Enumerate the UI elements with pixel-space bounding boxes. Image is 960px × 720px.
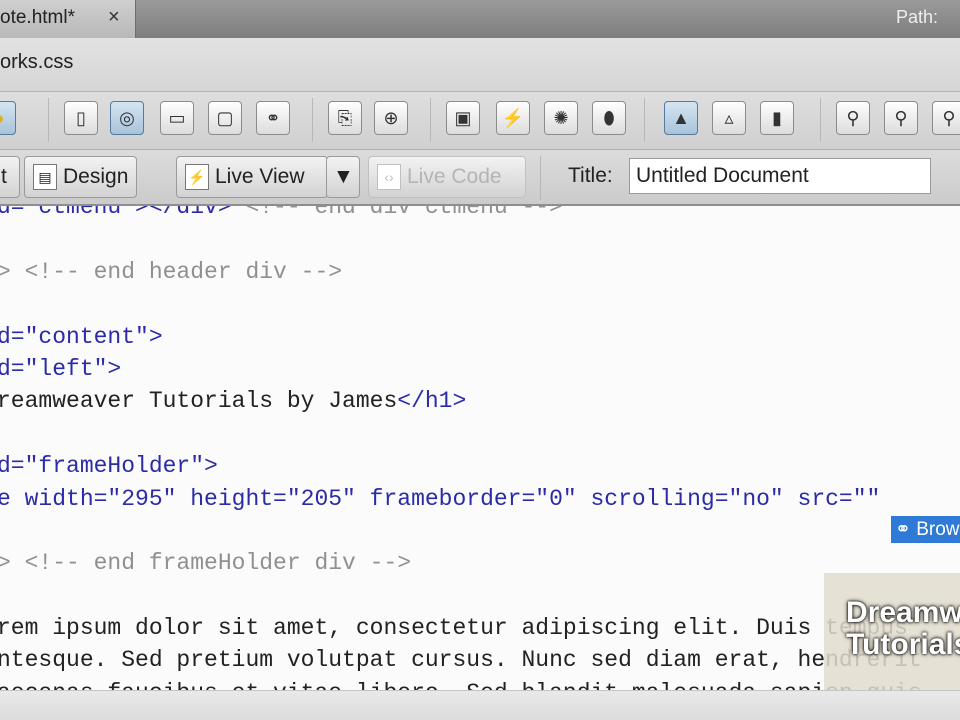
code-token: d="left"> <box>0 355 122 382</box>
live-code-button[interactable]: ‹› Live Code <box>368 156 526 198</box>
title-label: Title: <box>568 164 613 187</box>
code-editor[interactable]: d="ctmenu"></div> <!-- end div ctmenu --… <box>0 206 960 690</box>
code-line[interactable]: > <!-- end header div --> <box>0 256 922 288</box>
code-token: d="content"> <box>0 323 163 350</box>
document-title-input[interactable] <box>629 158 931 194</box>
toolbar-icon-button[interactable]: ▯ <box>64 101 98 135</box>
toolbar-icon-button[interactable]: ▮ <box>760 101 794 135</box>
code-line[interactable] <box>0 288 922 320</box>
toolbar-icon-button[interactable]: ● <box>0 101 16 135</box>
code-line[interactable]: ntesque. Sed pretium volutpat cursus. Nu… <box>0 644 922 676</box>
toolbar-icon-button[interactable]: ⬮ <box>592 101 626 135</box>
code-line[interactable]: rem ipsum dolor sit amet, consectetur ad… <box>0 612 922 644</box>
toolbar-icon-button[interactable]: ⚲ <box>884 101 918 135</box>
live-code-label: Live Code <box>407 165 502 188</box>
code-line[interactable]: d="content"> <box>0 321 922 353</box>
code-token: rem ipsum dolor sit amet, consectetur ad… <box>0 615 908 642</box>
browse-code-hint[interactable]: ⚭ Browse... <box>891 516 960 543</box>
code-view-button[interactable]: t <box>0 156 20 198</box>
code-icon: ‹› <box>377 164 401 191</box>
code-token: d="ctmenu"></div> <box>0 206 232 220</box>
code-token: aecenas faucibus et vitae libero. Sed bl… <box>0 680 922 690</box>
toolbar-icon-button[interactable]: ⊕ <box>374 101 408 135</box>
close-icon[interactable]: × <box>108 6 120 29</box>
code-token: <!-- end div ctmenu --> <box>231 206 563 220</box>
code-line[interactable] <box>0 223 922 255</box>
code-line[interactable] <box>0 515 922 547</box>
tab-label: ote.html* <box>0 7 75 28</box>
toolbar-icon-button[interactable]: ⚡ <box>496 101 530 135</box>
watermark: DreamweaverTutorials <box>824 573 960 698</box>
toolbar-separator <box>820 98 821 142</box>
design-label: Design <box>63 165 129 188</box>
live-view-dropdown[interactable]: ▼ <box>326 156 360 198</box>
design-view-button[interactable]: ▤ Design <box>24 156 138 198</box>
related-file-link[interactable]: orks.css <box>0 51 73 73</box>
code-line[interactable]: > <!-- end frameHolder div --> <box>0 547 922 579</box>
code-token: </h1> <box>397 388 467 415</box>
toolbar-separator <box>312 98 313 142</box>
watermark-line2: Tutorials <box>846 628 960 661</box>
path-label: Path: <box>896 7 939 27</box>
toolbar-icon-button[interactable]: ▣ <box>446 101 480 135</box>
toolbar-icon-button[interactable]: ▭ <box>160 101 194 135</box>
toolbar-separator <box>430 98 431 142</box>
related-files-bar: orks.css <box>0 38 960 92</box>
code-line[interactable]: aecenas faucibus et vitae libero. Sed bl… <box>0 677 922 690</box>
code-view-label: t <box>1 165 7 188</box>
code-token: > <!-- end frameHolder div --> <box>0 550 412 577</box>
code-line[interactable]: e width="295" height="205" frameborder="… <box>0 483 922 515</box>
browse-label: Browse... <box>916 519 960 540</box>
insert-toolbar: ● ▯ ◎ ▭ ▢ ⚭ ⎘ ⊕ ▣ ⚡ ✺ ⬮ ▲ ▵ ▮ ⚲ ⚲ ⚲ <box>0 92 960 150</box>
code-line[interactable]: reamweaver Tutorials by James</h1> <box>0 385 922 417</box>
toolbar-icon-button[interactable]: ⚭ <box>256 101 290 135</box>
code-line[interactable]: d="ctmenu"></div> <!-- end div ctmenu --… <box>0 206 922 223</box>
code-token: d="frameHolder"> <box>0 453 218 480</box>
code-line[interactable] <box>0 418 922 450</box>
live-view-label: Live View <box>215 165 305 188</box>
toolbar-icon-button[interactable]: ⚲ <box>932 101 960 135</box>
toolbar-separator <box>48 98 49 142</box>
toolbar-icon-button[interactable]: ✺ <box>544 101 578 135</box>
toolbar-icon-button[interactable]: ▢ <box>208 101 242 135</box>
code-token: reamweaver Tutorials by James <box>0 388 398 415</box>
toolbar-icon-button[interactable]: ◎ <box>110 101 144 135</box>
code-line[interactable]: d="left"> <box>0 353 922 385</box>
browse-icon: ⚭ <box>895 519 911 540</box>
code-token: ntesque. Sed pretium volutpat cursus. Nu… <box>0 647 922 674</box>
code-line[interactable] <box>0 580 922 612</box>
code-line[interactable]: d="frameHolder"> <box>0 450 922 482</box>
toolbar-icon-button[interactable]: ⚲ <box>836 101 870 135</box>
document-tab[interactable]: ote.html* × <box>0 0 136 38</box>
toolbar-icon-button[interactable]: ▵ <box>712 101 746 135</box>
document-tab-bar: ote.html* × Path: <box>0 0 960 38</box>
lightning-icon: ⚡ <box>185 164 209 191</box>
toolbar-separator <box>644 98 645 142</box>
design-icon: ▤ <box>33 164 57 191</box>
watermark-line1: Dreamweaver <box>846 596 960 629</box>
toolbar-icon-button[interactable]: ⎘ <box>328 101 362 135</box>
status-bar <box>0 690 960 720</box>
live-view-button[interactable]: ⚡ Live View <box>176 156 328 198</box>
code-token: e width="295" height="205" frameborder="… <box>0 485 881 512</box>
toolbar-icon-button[interactable]: ▲ <box>664 101 698 135</box>
code-token: > <!-- end header div --> <box>0 258 343 285</box>
